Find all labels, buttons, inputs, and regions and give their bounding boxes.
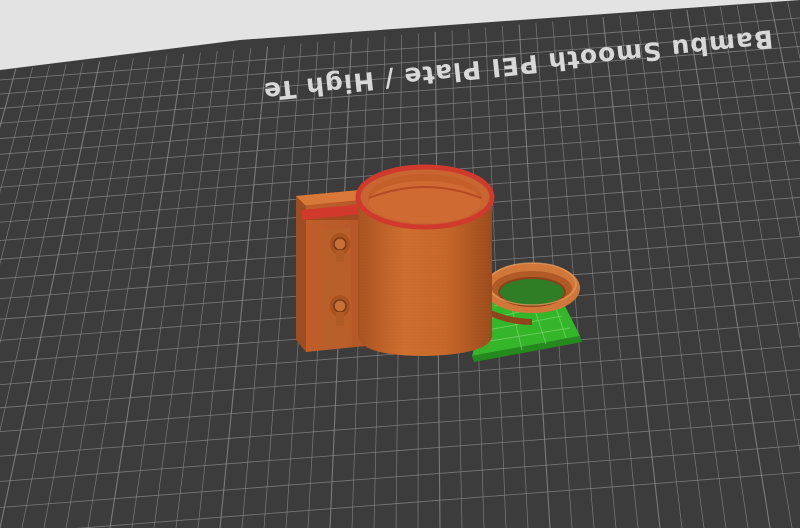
clamp-tab[interactable] [296, 190, 366, 352]
build-plate-scene[interactable]: Bambu Smooth PEI Plate / High Te [0, 0, 800, 528]
mug-body[interactable] [355, 164, 495, 356]
3d-viewport[interactable]: Bambu Smooth PEI Plate / High Te [0, 0, 800, 528]
